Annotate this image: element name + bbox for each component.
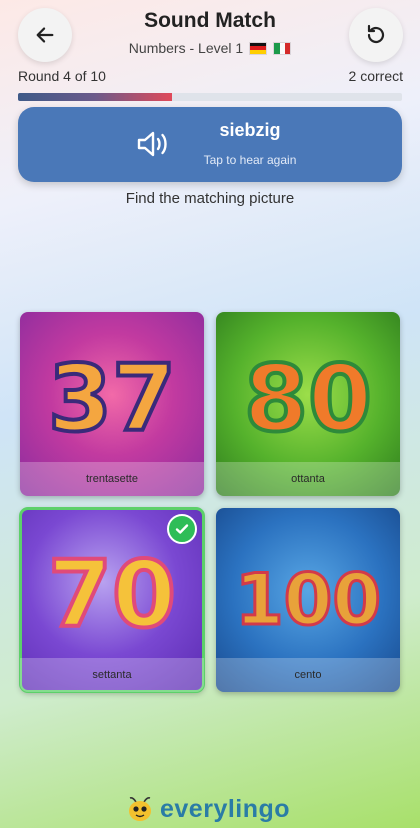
card-number: 80 xyxy=(244,345,372,452)
german-flag-icon xyxy=(249,41,268,55)
card-label: cento xyxy=(216,658,400,692)
answer-card-80[interactable]: 80 ottanta xyxy=(216,312,400,496)
audio-word: siebzig xyxy=(219,120,281,140)
restart-icon xyxy=(367,24,385,44)
round-counter: Round 4 of 10 xyxy=(18,68,106,84)
card-number: 100 xyxy=(235,559,381,641)
card-label: trentasette xyxy=(20,462,204,496)
level-label: Numbers - Level 1 xyxy=(128,40,244,56)
instruction-text: Find the matching picture xyxy=(125,190,295,207)
card-number: 37 xyxy=(48,345,176,452)
play-audio-button[interactable]: siebzig Tap to hear again xyxy=(18,107,402,182)
brand-name: everylingo xyxy=(160,795,291,823)
restart-button[interactable] xyxy=(349,8,403,62)
brand-logo: everylingo xyxy=(124,795,290,824)
card-label: settanta xyxy=(20,658,204,692)
card-label: ottanta xyxy=(216,462,400,496)
correct-counter: 2 correct xyxy=(348,68,403,84)
progress-bar xyxy=(18,93,402,101)
bee-icon xyxy=(129,796,151,821)
answer-card-37[interactable]: 37 trentasette xyxy=(20,312,204,496)
progress-fill xyxy=(18,93,172,101)
italian-flag-icon xyxy=(273,41,292,55)
answer-card-100[interactable]: 100 cento xyxy=(216,508,400,692)
audio-hint: Tap to hear again xyxy=(203,153,297,167)
card-number: 70 xyxy=(48,541,176,648)
correct-check-icon xyxy=(167,514,197,544)
